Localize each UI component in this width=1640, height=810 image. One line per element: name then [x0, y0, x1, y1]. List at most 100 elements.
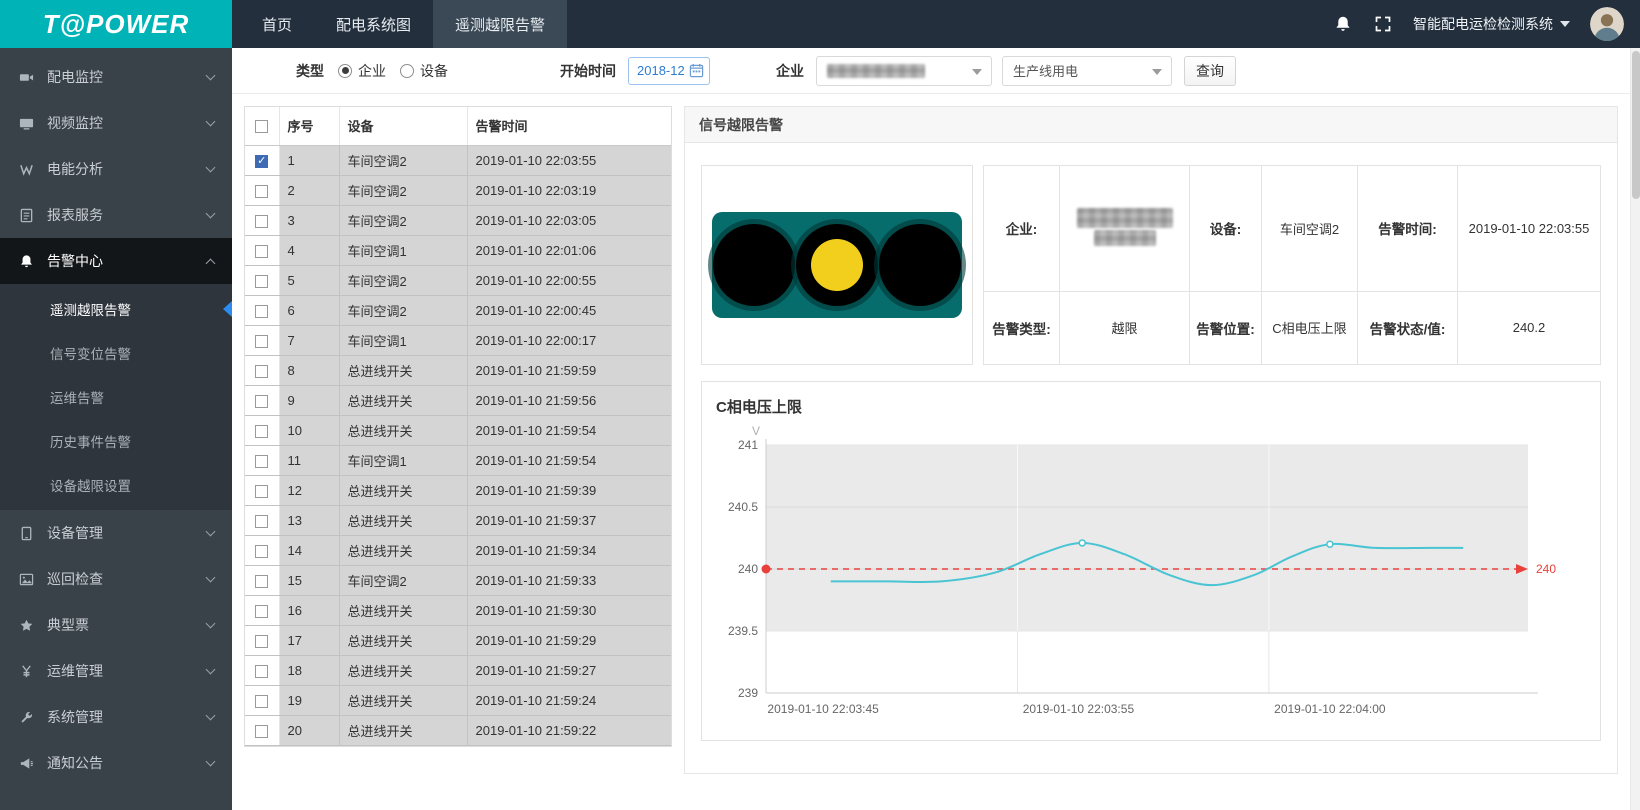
alarm-center-submenu: 遥测越限告警信号变位告警运维告警历史事件告警设备越限设置	[0, 284, 232, 510]
table-row[interactable]: 4车间空调12019-01-10 22:01:06	[245, 235, 671, 265]
device-label: 设备:	[1190, 166, 1262, 292]
submenu-item-device-limit-setting[interactable]: 设备越限设置	[0, 463, 232, 507]
cell-device: 车间空调2	[339, 205, 467, 235]
row-checkbox[interactable]	[255, 395, 268, 408]
table-row[interactable]: 2车间空调22019-01-10 22:03:19	[245, 175, 671, 205]
radio-enterprise[interactable]: 企业	[338, 61, 386, 81]
chevron-down-icon	[206, 70, 216, 80]
sidebar-item-patrol-inspection[interactable]: 巡回检查	[0, 556, 232, 602]
table-row[interactable]: 18总进线开关2019-01-10 21:59:27	[245, 655, 671, 685]
alarm-time-value: 2019-01-10 22:03:55	[1458, 166, 1601, 292]
table-row[interactable]: 6车间空调22019-01-10 22:00:45	[245, 295, 671, 325]
chevron-down-icon	[206, 572, 216, 582]
alarm-table: 序号 设备 告警时间 ✓1车间空调22019-01-10 22:03:552车间…	[245, 107, 671, 746]
table-row[interactable]: 11车间空调12019-01-10 21:59:54	[245, 445, 671, 475]
cell-no: 3	[279, 205, 339, 235]
lamp-middle-yellow	[796, 224, 878, 306]
svg-text:240: 240	[1536, 562, 1556, 576]
tab-telemetry-limit-alarm[interactable]: 遥测越限告警	[433, 0, 567, 48]
query-button[interactable]: 查询	[1184, 56, 1236, 86]
sidebar-item-report-service[interactable]: 报表服务	[0, 192, 232, 238]
fullscreen-icon[interactable]	[1373, 14, 1393, 34]
sidebar-item-system-management[interactable]: 系统管理	[0, 694, 232, 740]
sidebar-item-notice-announcement[interactable]: 通知公告	[0, 740, 232, 786]
cell-device: 车间空调2	[339, 145, 467, 175]
row-checkbox[interactable]	[255, 455, 268, 468]
page-body: 配电监控视频监控电能分析报表服务告警中心遥测越限告警信号变位告警运维告警历史事件…	[0, 48, 1640, 810]
row-checkbox[interactable]	[255, 245, 268, 258]
table-row[interactable]: 16总进线开关2019-01-10 21:59:30	[245, 595, 671, 625]
svg-text:2019-01-10 22:03:45: 2019-01-10 22:03:45	[767, 702, 879, 716]
row-checkbox[interactable]	[255, 305, 268, 318]
sidebar-item-typical-ticket[interactable]: 典型票	[0, 602, 232, 648]
row-checkbox[interactable]	[255, 605, 268, 618]
cell-time: 2019-01-10 21:59:39	[467, 475, 671, 505]
cell-no: 15	[279, 565, 339, 595]
table-row[interactable]: 8总进线开关2019-01-10 21:59:59	[245, 355, 671, 385]
line-select[interactable]: 生产线用电	[1002, 56, 1172, 86]
bell-icon[interactable]	[1333, 14, 1353, 34]
cell-time: 2019-01-10 21:59:56	[467, 385, 671, 415]
tab-home[interactable]: 首页	[240, 0, 314, 48]
main-area: 类型 企业 设备 开始时间 2018-12 企业	[232, 48, 1630, 810]
row-checkbox[interactable]	[255, 695, 268, 708]
cell-time: 2019-01-10 22:01:06	[467, 235, 671, 265]
row-checkbox[interactable]	[255, 515, 268, 528]
table-row[interactable]: 19总进线开关2019-01-10 21:59:24	[245, 685, 671, 715]
voltage-chart-card: C相电压上限 239239.5240240.5241V2019-01-10 22…	[701, 381, 1601, 741]
submenu-item-history-event-alarm[interactable]: 历史事件告警	[0, 419, 232, 463]
system-name-menu[interactable]: 智能配电运检检测系统	[1413, 14, 1570, 34]
submenu-item-ops-alarm[interactable]: 运维告警	[0, 375, 232, 419]
sidebar-item-distribution-monitoring[interactable]: 配电监控	[0, 54, 232, 100]
sidebar-item-label: 典型票	[47, 615, 207, 635]
table-row[interactable]: 14总进线开关2019-01-10 21:59:34	[245, 535, 671, 565]
sidebar-item-device-management[interactable]: 设备管理	[0, 510, 232, 556]
sidebar-item-alarm-center[interactable]: 告警中心	[0, 238, 232, 284]
row-checkbox[interactable]	[255, 725, 268, 738]
table-row[interactable]: 7车间空调12019-01-10 22:00:17	[245, 325, 671, 355]
avatar[interactable]	[1590, 7, 1624, 41]
row-checkbox[interactable]	[255, 335, 268, 348]
table-row[interactable]: 12总进线开关2019-01-10 21:59:39	[245, 475, 671, 505]
scrollbar-thumb[interactable]	[1632, 51, 1640, 199]
table-row[interactable]: 10总进线开关2019-01-10 21:59:54	[245, 415, 671, 445]
row-checkbox[interactable]	[255, 275, 268, 288]
sidebar-item-energy-analysis[interactable]: 电能分析	[0, 146, 232, 192]
table-row[interactable]: 15车间空调22019-01-10 21:59:33	[245, 565, 671, 595]
submenu-item-label: 信号变位告警	[50, 343, 131, 363]
start-time-input[interactable]: 2018-12	[628, 57, 710, 85]
table-row[interactable]: 5车间空调22019-01-10 22:00:55	[245, 265, 671, 295]
row-checkbox[interactable]	[255, 545, 268, 558]
content: 序号 设备 告警时间 ✓1车间空调22019-01-10 22:03:552车间…	[232, 94, 1630, 810]
page-scrollbar[interactable]	[1630, 48, 1640, 810]
table-row[interactable]: 17总进线开关2019-01-10 21:59:29	[245, 625, 671, 655]
submenu-item-telemetry-limit-alarm[interactable]: 遥测越限告警	[0, 287, 232, 331]
chart-title: C相电压上限	[716, 396, 1586, 417]
radio-device[interactable]: 设备	[400, 61, 448, 81]
table-row[interactable]: 20总进线开关2019-01-10 21:59:22	[245, 715, 671, 745]
table-row[interactable]: 13总进线开关2019-01-10 21:59:37	[245, 505, 671, 535]
row-checkbox[interactable]	[255, 665, 268, 678]
row-checkbox[interactable]: ✓	[255, 155, 268, 168]
submenu-item-label: 运维告警	[50, 387, 104, 407]
svg-text:V: V	[752, 424, 760, 438]
row-checkbox[interactable]	[255, 185, 268, 198]
table-row[interactable]: 3车间空调22019-01-10 22:03:05	[245, 205, 671, 235]
cell-time: 2019-01-10 21:59:30	[467, 595, 671, 625]
sidebar-item-ops-management[interactable]: 运维管理	[0, 648, 232, 694]
table-row[interactable]: 9总进线开关2019-01-10 21:59:56	[245, 385, 671, 415]
tab-distribution-diagram[interactable]: 配电系统图	[314, 0, 433, 48]
submenu-item-signal-change-alarm[interactable]: 信号变位告警	[0, 331, 232, 375]
sidebar-item-video-monitoring[interactable]: 视频监控	[0, 100, 232, 146]
row-checkbox[interactable]	[255, 425, 268, 438]
enterprise-select[interactable]	[816, 56, 992, 86]
row-checkbox[interactable]	[255, 365, 268, 378]
row-checkbox[interactable]	[255, 635, 268, 648]
row-checkbox[interactable]	[255, 215, 268, 228]
row-checkbox[interactable]	[255, 575, 268, 588]
cell-no: 17	[279, 625, 339, 655]
row-checkbox[interactable]	[255, 485, 268, 498]
table-row[interactable]: ✓1车间空调22019-01-10 22:03:55	[245, 145, 671, 175]
cell-time: 2019-01-10 21:59:24	[467, 685, 671, 715]
select-all-checkbox[interactable]	[255, 120, 268, 133]
